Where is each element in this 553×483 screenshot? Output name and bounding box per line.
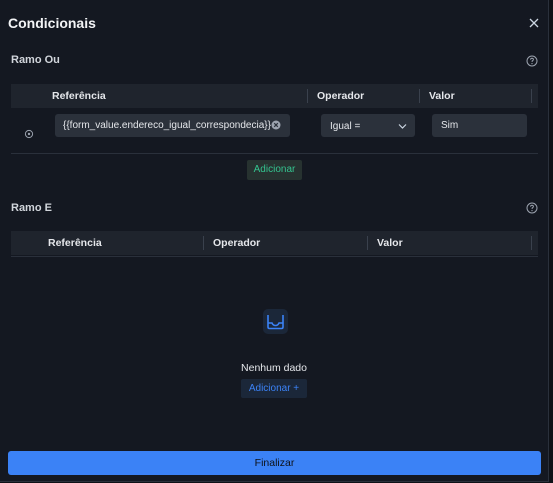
conditionals-dialog: Condicionais Ramo Ou Referência Operador…	[0, 0, 549, 482]
finish-button[interactable]: Finalizar	[8, 451, 541, 475]
empty-state-text: Nenhum dado	[241, 362, 307, 374]
column-divider	[419, 89, 420, 103]
column-header-reference: Referência	[52, 90, 106, 102]
drag-handle-icon[interactable]	[24, 126, 34, 139]
clear-icon[interactable]	[271, 120, 281, 130]
row-divider	[11, 256, 538, 257]
column-divider	[307, 89, 308, 103]
column-header-value: Valor	[377, 237, 403, 249]
column-divider	[203, 236, 204, 250]
question-circle-icon[interactable]	[526, 201, 538, 214]
row-divider	[11, 153, 538, 154]
operator-select[interactable]: Igual =	[321, 114, 415, 137]
reference-value: {{form_value.endereco_igual_correspondec…	[63, 120, 271, 131]
ramo-ou-table-header: Referência Operador Valor	[11, 84, 538, 108]
reference-tag[interactable]: {{form_value.endereco_igual_correspondec…	[55, 114, 290, 137]
column-header-operator: Operador	[213, 237, 261, 249]
ramo-ou-label: Ramo Ou	[11, 54, 60, 66]
column-divider	[367, 236, 368, 250]
value-input[interactable]	[432, 114, 527, 137]
dialog-title: Condicionais	[8, 15, 96, 31]
column-divider	[531, 236, 532, 250]
column-header-value: Valor	[429, 90, 455, 102]
column-header-reference: Referência	[48, 237, 102, 249]
operator-selected-value: Igual =	[330, 121, 361, 132]
ramo-e-label: Ramo E	[11, 202, 52, 214]
chevron-down-icon	[398, 122, 407, 129]
inbox-icon	[260, 306, 291, 337]
add-condition-button-e[interactable]: Adicionar +	[241, 379, 307, 398]
column-divider	[531, 89, 532, 103]
column-header-operator: Operador	[317, 90, 365, 102]
add-condition-button-ou[interactable]: Adicionar	[247, 160, 302, 180]
ramo-e-table-header: Referência Operador Valor	[11, 231, 538, 255]
question-circle-icon[interactable]	[526, 54, 538, 67]
close-icon[interactable]	[526, 15, 542, 31]
